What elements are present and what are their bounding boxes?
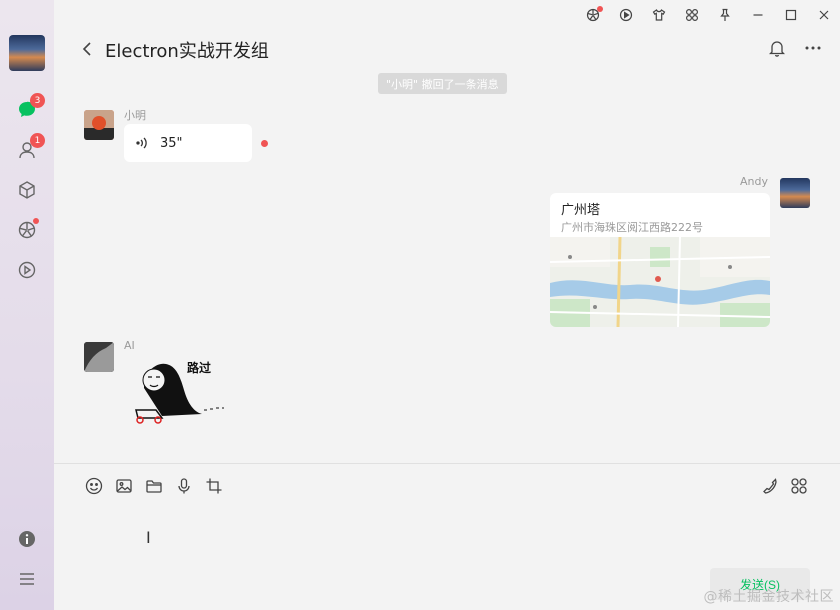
window-toolbar [576, 0, 840, 30]
info-icon[interactable] [15, 527, 39, 551]
chat-icon[interactable]: 3 [15, 93, 45, 122]
watermark: @稀土掘金技术社区 [703, 589, 834, 605]
crop-icon[interactable] [203, 475, 225, 497]
play-icon[interactable] [609, 0, 642, 30]
chat-header: Electron实战开发组 [54, 34, 840, 64]
minimize-icon[interactable] [741, 0, 774, 30]
chat-window: Electron实战开发组 "小明" 撤回了一条消息 小明 35" Andy 广… [54, 0, 840, 610]
image-icon[interactable] [113, 475, 135, 497]
sender-name: AI [124, 339, 135, 352]
sender-name: Andy [740, 175, 768, 188]
moments-icon[interactable] [15, 218, 39, 242]
menu-icon[interactable] [15, 567, 39, 591]
location-card[interactable]: 广州塔 广州市海珠区阅江西路222号 [550, 193, 770, 327]
microphone-icon[interactable] [173, 475, 195, 497]
sender-avatar[interactable] [84, 342, 114, 372]
sender-avatar[interactable] [84, 110, 114, 140]
moments-top-icon[interactable] [576, 0, 609, 30]
emoji-icon[interactable] [83, 475, 105, 497]
voice-message[interactable]: 35" [124, 124, 252, 162]
sender-name: 小明 [124, 109, 146, 122]
voice-duration: 35" [160, 136, 183, 151]
back-icon[interactable] [80, 39, 94, 59]
sticker-image [135, 363, 224, 424]
more-apps-icon[interactable] [788, 475, 810, 497]
contacts-icon[interactable]: 1 [15, 133, 45, 162]
contacts-badge: 1 [30, 133, 45, 148]
apps-icon[interactable] [675, 0, 708, 30]
shirt-icon[interactable] [642, 0, 675, 30]
location-address: 广州市海珠区阅江西路222号 [561, 221, 703, 234]
bell-icon[interactable] [769, 39, 785, 57]
my-avatar[interactable] [780, 178, 810, 208]
more-icon[interactable] [804, 39, 822, 57]
recall-notice: "小明" 撤回了一条消息 [378, 73, 507, 94]
composer-divider [54, 463, 840, 464]
chat-title: Electron实战开发组 [105, 41, 269, 62]
location-title: 广州塔 [561, 203, 601, 218]
unread-voice-dot [261, 140, 268, 147]
voice-wave-icon [136, 137, 147, 149]
close-icon[interactable] [807, 0, 840, 30]
top-moments-dot [597, 6, 603, 12]
video-channel-icon[interactable] [15, 258, 39, 282]
user-avatar[interactable] [9, 35, 45, 71]
phone-icon[interactable] [758, 475, 780, 497]
pin-icon[interactable] [708, 0, 741, 30]
message-input[interactable] [74, 505, 694, 600]
sidebar: 3 1 [0, 0, 54, 610]
folder-icon[interactable] [143, 475, 165, 497]
moments-dot [33, 218, 39, 224]
sticker-message[interactable]: 路过 [132, 358, 232, 426]
maximize-icon[interactable] [774, 0, 807, 30]
map-preview [550, 237, 770, 327]
message-badge: 3 [30, 93, 45, 108]
cube-icon[interactable] [15, 178, 39, 202]
sticker-caption: 路过 [187, 361, 212, 375]
